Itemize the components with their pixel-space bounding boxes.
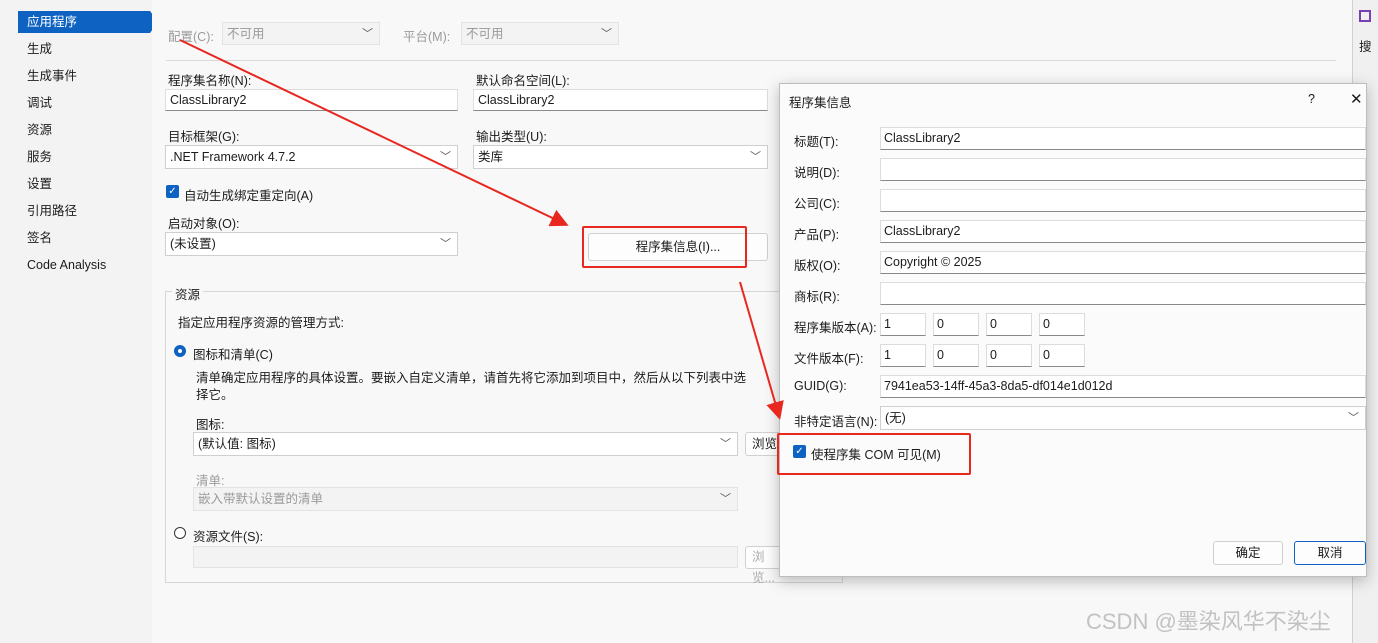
watermark: CSDN @墨染风华不染尘 [1086,609,1331,634]
arrow-to-assembly-info [179,39,569,227]
annotation-arrows [179,39,784,420]
arrow-to-com-visible [739,281,784,420]
